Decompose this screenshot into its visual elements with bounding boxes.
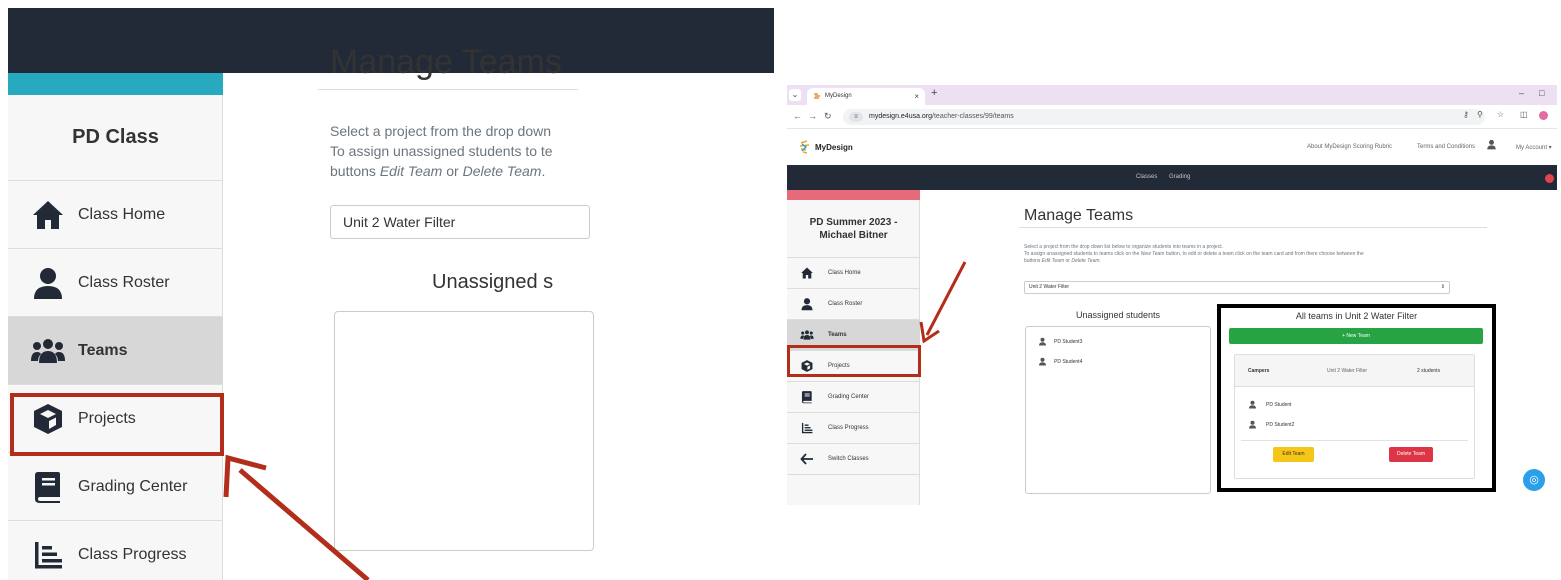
users-icon — [800, 328, 814, 342]
sidebar-accent-bar — [8, 73, 223, 95]
edit-team-button[interactable]: Edit Team — [1273, 447, 1314, 462]
site-logo-icon — [813, 93, 822, 100]
progress-icon — [30, 537, 66, 573]
student-item[interactable]: PD Student4 — [1038, 357, 1082, 366]
sidebar-item-label: Class Progress — [78, 545, 187, 563]
sidebar-item-class-progress[interactable]: Class Progress — [787, 413, 920, 444]
delete-team-button[interactable]: Delete Team — [1389, 447, 1433, 462]
sidebar-item-grading-center[interactable]: Grading Center — [787, 382, 920, 413]
class-title: PD Summer 2023 - Michael Bitner — [787, 200, 920, 258]
unassigned-heading: Unassigned students — [1075, 310, 1161, 320]
notification-icon[interactable] — [1545, 174, 1554, 183]
progress-icon — [800, 421, 814, 435]
sidebar-item-label: Class Home — [78, 205, 166, 223]
sidebar-item-class-roster[interactable]: Class Roster — [8, 249, 223, 317]
team-card[interactable]: Campers Unit 2 Water Filter 2 students P… — [1234, 354, 1475, 479]
person-icon — [800, 297, 814, 311]
minimize-icon[interactable]: – — [1519, 88, 1524, 98]
team-name: Campers — [1248, 368, 1270, 374]
page-title: Manage Teams — [1024, 207, 1134, 224]
terms-link[interactable]: Terms and Conditions — [1417, 144, 1475, 150]
teams-section-highlight: All teams in Unit 2 Water Filter + New T… — [1217, 304, 1496, 492]
brand-logo[interactable]: MyDesign — [799, 140, 853, 154]
project-select[interactable]: Unit 2 Water Filter — [330, 205, 590, 239]
sidebar-item-label: Teams — [78, 341, 128, 359]
users-icon — [30, 333, 66, 369]
browser-tab-bar: ⌄ MyDesign × + – □ — [787, 85, 1557, 105]
home-icon — [30, 197, 66, 233]
scoring-rubric-link[interactable]: About MyDesign Scoring Rubric — [1307, 144, 1392, 150]
person-icon — [1038, 357, 1047, 366]
team-count: 2 students — [1417, 368, 1441, 374]
teams-heading: All teams in Unit 2 Water Filter — [1295, 311, 1418, 321]
select-caret-icon: ⇕ — [1440, 284, 1445, 290]
project-select[interactable]: Unit 2 Water Filter ⇕ — [1024, 281, 1450, 294]
title-divider — [318, 89, 578, 90]
person-icon — [1038, 337, 1047, 346]
sidebar-item-teams[interactable]: Teams — [8, 317, 223, 385]
my-account-menu[interactable]: My Account ▾ — [1516, 144, 1552, 151]
forward-icon[interactable]: → — [808, 111, 817, 121]
person-icon — [1248, 420, 1257, 429]
back-icon[interactable]: ← — [793, 111, 802, 121]
student-item[interactable]: PD Student3 — [1038, 337, 1082, 346]
arrow-left-icon — [800, 452, 814, 466]
tab-search-button[interactable]: ⌄ — [789, 89, 801, 101]
home-icon — [800, 266, 814, 280]
sidebar-accent-bar — [787, 190, 920, 200]
url-input[interactable]: ≡ mydesign.e4usa.org/teacher-classes/99/… — [843, 109, 1485, 125]
instructions-text: Select a project from the drop down To a… — [330, 123, 553, 179]
team-card-header: Campers Unit 2 Water Filter 2 students — [1235, 355, 1474, 387]
unassigned-students-box[interactable]: PD Student3 PD Student4 — [1025, 326, 1211, 494]
book-icon — [800, 390, 814, 404]
sidebar-item-class-home[interactable]: Class Home — [787, 258, 920, 289]
team-member: PD Student — [1248, 400, 1292, 409]
mydesign-logo-icon — [799, 140, 810, 154]
restore-icon[interactable]: □ — [1539, 88, 1544, 98]
zoom-icon[interactable]: ⚲ — [1477, 110, 1483, 119]
sidebar-item-class-home[interactable]: Class Home — [8, 181, 223, 249]
sidebar-item-label: Class Roster — [78, 273, 170, 291]
account-avatar-icon[interactable] — [1486, 139, 1497, 150]
nav-grading[interactable]: Grading — [1169, 174, 1190, 180]
unassigned-students-box[interactable] — [334, 311, 594, 551]
reload-icon[interactable]: ↻ — [824, 111, 832, 122]
main-navbar: Classes Grading — [787, 165, 1557, 190]
star-icon[interactable]: ☆ — [1497, 110, 1504, 119]
sidebar-item-switch-classes[interactable]: Switch Classes — [787, 444, 920, 475]
projects-highlight-box — [10, 393, 224, 456]
zoomed-view: PD Class Class Home Class Roster Teams P… — [8, 8, 774, 580]
key-icon[interactable]: ⚷ — [1463, 110, 1469, 119]
team-member: PD Student2 — [1248, 420, 1294, 429]
person-icon — [30, 265, 66, 301]
title-divider — [1019, 227, 1487, 228]
nav-classes[interactable]: Classes — [1136, 174, 1157, 180]
person-icon — [1248, 400, 1257, 409]
sidebar-item-class-progress[interactable]: Class Progress — [8, 521, 223, 580]
browser-tab[interactable]: MyDesign × — [807, 88, 925, 105]
app-header: MyDesign About MyDesign Scoring Rubric T… — [787, 130, 1557, 165]
sidebar-item-grading-center[interactable]: Grading Center — [8, 453, 223, 521]
new-tab-button[interactable]: + — [931, 87, 937, 99]
sidebar-item-label: Grading Center — [78, 477, 188, 495]
new-team-button[interactable]: + New Team — [1229, 328, 1483, 344]
close-tab-icon[interactable]: × — [914, 88, 919, 105]
help-chat-icon[interactable]: ◎ — [1523, 469, 1545, 491]
team-project: Unit 2 Water Filter — [1327, 368, 1368, 374]
book-icon — [30, 469, 66, 505]
class-title: PD Class — [8, 95, 223, 181]
card-divider — [1241, 440, 1468, 441]
browser-screenshot: ⌄ MyDesign × + – □ ← → ↻ ≡ mydesign.e4us… — [787, 85, 1557, 505]
unassigned-heading: Unassigned s — [432, 271, 554, 293]
site-info-icon[interactable]: ≡ — [849, 112, 863, 122]
page-title: Manage Teams — [330, 43, 562, 81]
projects-highlight-box — [787, 345, 921, 377]
sidepanel-icon[interactable]: ◫ — [1520, 110, 1528, 119]
sidebar: PD Class Class Home Class Roster Teams P… — [8, 73, 224, 580]
profile-avatar[interactable] — [1539, 111, 1548, 120]
address-bar-row: ← → ↻ ≡ mydesign.e4usa.org/teacher-class… — [787, 105, 1557, 129]
sidebar-item-class-roster[interactable]: Class Roster — [787, 289, 920, 320]
instructions-text: Select a project from the drop down list… — [1024, 244, 1364, 264]
